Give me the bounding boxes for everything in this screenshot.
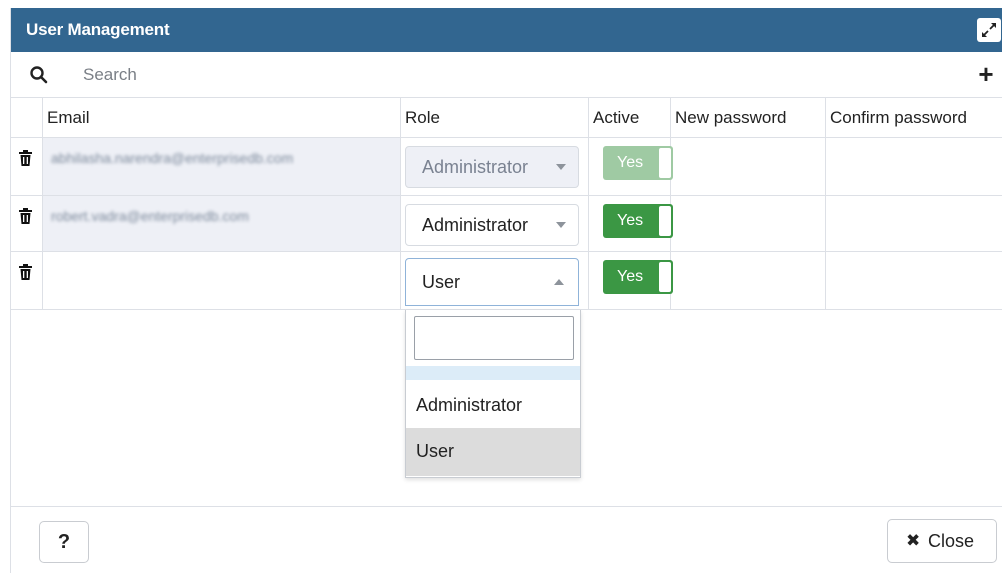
- delete-cell: [11, 252, 43, 309]
- confirm-password-cell[interactable]: [826, 138, 1002, 195]
- role-dropdown-search-input[interactable]: [414, 316, 574, 360]
- active-toggle: Yes: [603, 146, 673, 180]
- column-header-delete: [11, 98, 43, 138]
- table-row: robert.vadra@enterprisedb.com Administra…: [11, 196, 1002, 252]
- trash-icon[interactable]: [19, 264, 32, 280]
- email-value: robert.vadra@enterprisedb.com: [51, 208, 249, 224]
- close-button-label: Close: [928, 531, 975, 551]
- toggle-label: Yes: [617, 154, 644, 171]
- trash-icon[interactable]: [19, 150, 32, 166]
- chevron-down-icon: [556, 222, 566, 228]
- close-icon: ✖: [906, 531, 921, 550]
- search-icon: [30, 66, 48, 84]
- role-value: User: [422, 272, 461, 292]
- column-header-new-password: New password: [671, 98, 826, 138]
- email-cell: abhilasha.narendra@enterprisedb.com: [43, 138, 401, 195]
- add-user-button[interactable]: +: [973, 61, 999, 88]
- role-select: Administrator: [405, 146, 579, 188]
- role-cell: Administrator: [401, 138, 589, 195]
- table-row: abhilasha.narendra@enterprisedb.com Admi…: [11, 138, 1002, 196]
- role-value: Administrator: [422, 157, 529, 177]
- new-password-cell[interactable]: [671, 196, 826, 251]
- column-header-confirm-password: Confirm password: [826, 98, 1002, 138]
- new-password-cell[interactable]: [671, 138, 826, 195]
- chevron-up-icon: [554, 279, 564, 285]
- active-cell: Yes: [589, 138, 673, 195]
- dialog-titlebar: User Management: [11, 8, 1002, 52]
- toggle-label: Yes: [617, 268, 644, 285]
- delete-cell: [11, 196, 43, 251]
- help-button[interactable]: ?: [39, 521, 89, 563]
- search-bar: +: [11, 52, 1002, 98]
- role-cell: Administrator: [401, 196, 589, 251]
- active-cell: Yes: [589, 252, 673, 309]
- dialog-footer: ? ✖ Close: [11, 506, 1002, 573]
- confirm-password-cell[interactable]: [826, 196, 1002, 251]
- role-cell: User: [401, 252, 589, 309]
- email-value: abhilasha.narendra@enterprisedb.com: [51, 150, 294, 166]
- dialog-title: User Management: [26, 20, 170, 39]
- toggle-knob: [659, 262, 671, 292]
- column-header-role: Role: [401, 98, 589, 138]
- role-select[interactable]: Administrator: [405, 204, 579, 246]
- role-value: Administrator: [422, 215, 529, 235]
- expand-icon: [982, 23, 996, 37]
- chevron-down-icon: [556, 164, 566, 170]
- email-cell: robert.vadra@enterprisedb.com: [43, 196, 401, 251]
- email-cell[interactable]: [43, 252, 401, 309]
- maximize-button[interactable]: [977, 18, 1001, 42]
- toggle-knob: [659, 148, 671, 178]
- toggle-label: Yes: [617, 212, 644, 229]
- search-input[interactable]: [73, 60, 933, 90]
- active-cell: Yes: [589, 196, 673, 251]
- trash-icon[interactable]: [19, 208, 32, 224]
- dropdown-highlight: [406, 366, 580, 380]
- column-header-email: Email: [43, 98, 401, 138]
- delete-cell: [11, 138, 43, 195]
- toggle-knob: [659, 206, 671, 236]
- role-select[interactable]: User: [405, 258, 579, 306]
- close-button[interactable]: ✖ Close: [887, 519, 997, 563]
- column-header-active: Active: [589, 98, 671, 138]
- table-row: User Yes: [11, 252, 1002, 310]
- user-management-dialog: User Management + Email Role Active New …: [10, 8, 1002, 573]
- role-option-user[interactable]: User: [406, 428, 580, 476]
- new-password-cell[interactable]: [671, 252, 826, 309]
- role-option-administrator[interactable]: Administrator: [406, 382, 580, 428]
- active-toggle[interactable]: Yes: [603, 204, 673, 238]
- confirm-password-cell[interactable]: [826, 252, 1002, 309]
- role-dropdown-menu: Administrator User: [405, 310, 581, 478]
- active-toggle[interactable]: Yes: [603, 260, 673, 294]
